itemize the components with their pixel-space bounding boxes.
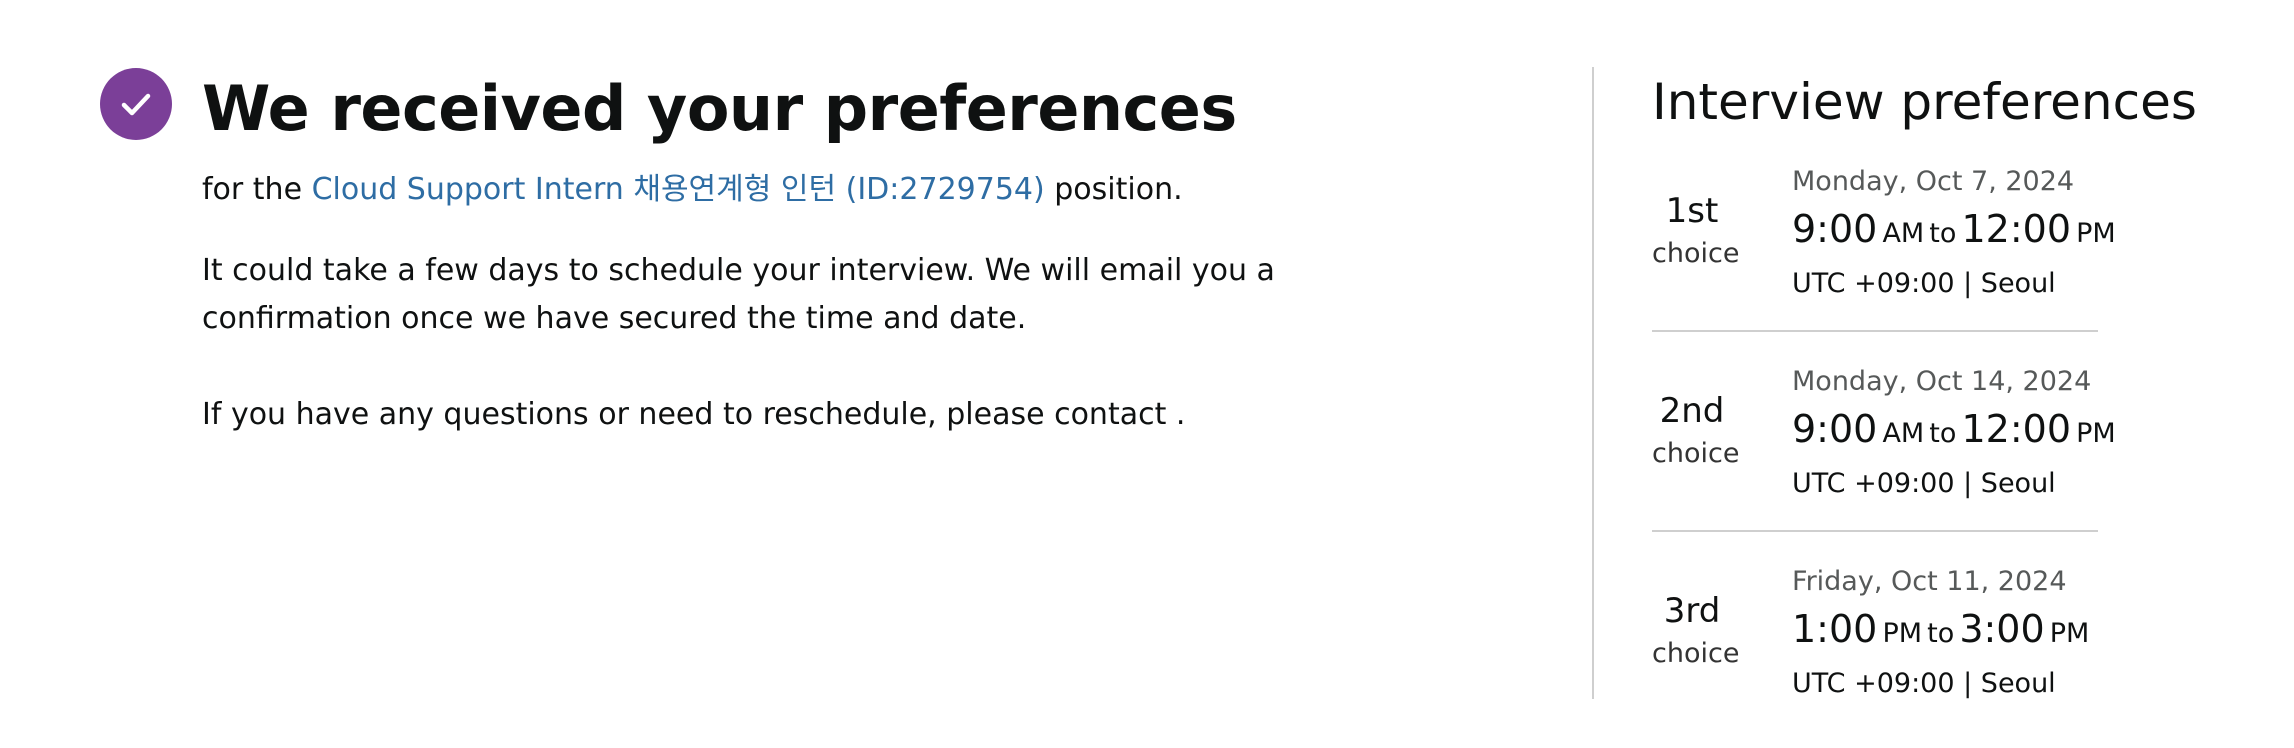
check-mark <box>121 93 151 116</box>
start-time: 9:00 <box>1792 407 1878 451</box>
position-link[interactable]: Cloud Support Intern 채용연계형 인턴 (ID:272975… <box>312 172 1045 207</box>
preference-choice-1: 1st choice Monday, Oct 7, 2024 9:00 AM t… <box>1652 152 2116 332</box>
choice-rank: 3rd choice <box>1652 588 1740 674</box>
vertical-divider <box>1592 67 1594 699</box>
choice-timezone: UTC +09:00 | Seoul <box>1792 468 2056 499</box>
position-prefix: for the <box>202 172 312 207</box>
choice-details: Monday, Oct 14, 2024 9:00 AM to 12:00 PM… <box>1792 362 2116 504</box>
page-title: We received your preferences <box>202 72 1237 145</box>
end-time: 12:00 <box>1961 407 2072 451</box>
contact-note: If you have any questions or need to res… <box>202 397 1186 432</box>
end-time: 3:00 <box>1959 607 2045 651</box>
choice-time-range: 9:00 AM to 12:00 PM <box>1792 202 2116 264</box>
choice-rank: 1st choice <box>1652 188 1740 274</box>
choice-rank: 2nd choice <box>1652 388 1740 474</box>
start-period: AM <box>1882 418 1925 449</box>
end-period: PM <box>2076 418 2116 449</box>
time-connector: to <box>1927 618 1955 649</box>
start-time: 9:00 <box>1792 207 1878 251</box>
end-time: 12:00 <box>1961 207 2072 251</box>
preference-choice-2: 2nd choice Monday, Oct 14, 2024 9:00 AM … <box>1652 352 2116 532</box>
choice-date: Monday, Oct 14, 2024 <box>1792 366 2092 397</box>
end-period: PM <box>2049 618 2090 649</box>
start-period: AM <box>1882 218 1925 249</box>
preference-choice-3: 3rd choice Friday, Oct 11, 2024 1:00 PM … <box>1652 552 2098 730</box>
choice-rank-label: choice <box>1652 438 1740 469</box>
choice-timezone: UTC +09:00 | Seoul <box>1792 668 2056 699</box>
end-period: PM <box>2076 218 2116 249</box>
choice-rank-number: 1st <box>1665 191 1719 231</box>
time-connector: to <box>1929 218 1957 249</box>
start-period: PM <box>1882 618 1923 649</box>
choice-timezone: UTC +09:00 | Seoul <box>1792 268 2056 299</box>
choice-time-range: 1:00 PM to 3:00 PM <box>1792 602 2089 664</box>
choice-date: Friday, Oct 11, 2024 <box>1792 566 2067 597</box>
scheduling-note: It could take a few days to schedule you… <box>202 253 1275 336</box>
interview-preferences-title: Interview preferences <box>1652 73 2197 131</box>
choice-rank-number: 3rd <box>1663 591 1721 631</box>
choice-date: Monday, Oct 7, 2024 <box>1792 166 2075 197</box>
choice-rank-number: 2nd <box>1659 391 1725 431</box>
position-suffix: position. <box>1044 172 1183 207</box>
time-connector: to <box>1929 418 1957 449</box>
choice-details: Friday, Oct 11, 2024 1:00 PM to 3:00 PM … <box>1792 562 2089 704</box>
preference-list: 1st choice Monday, Oct 7, 2024 9:00 AM t… <box>1652 152 2116 730</box>
choice-time-range: 9:00 AM to 12:00 PM <box>1792 402 2116 464</box>
check-icon <box>100 68 172 140</box>
choice-rank-label: choice <box>1652 638 1740 669</box>
choice-rank-label: choice <box>1652 238 1740 269</box>
start-time: 1:00 <box>1792 607 1878 651</box>
position-line: for the Cloud Support Intern 채용연계형 인턴 (I… <box>202 168 1183 212</box>
choice-details: Monday, Oct 7, 2024 9:00 AM to 12:00 PM … <box>1792 162 2116 304</box>
